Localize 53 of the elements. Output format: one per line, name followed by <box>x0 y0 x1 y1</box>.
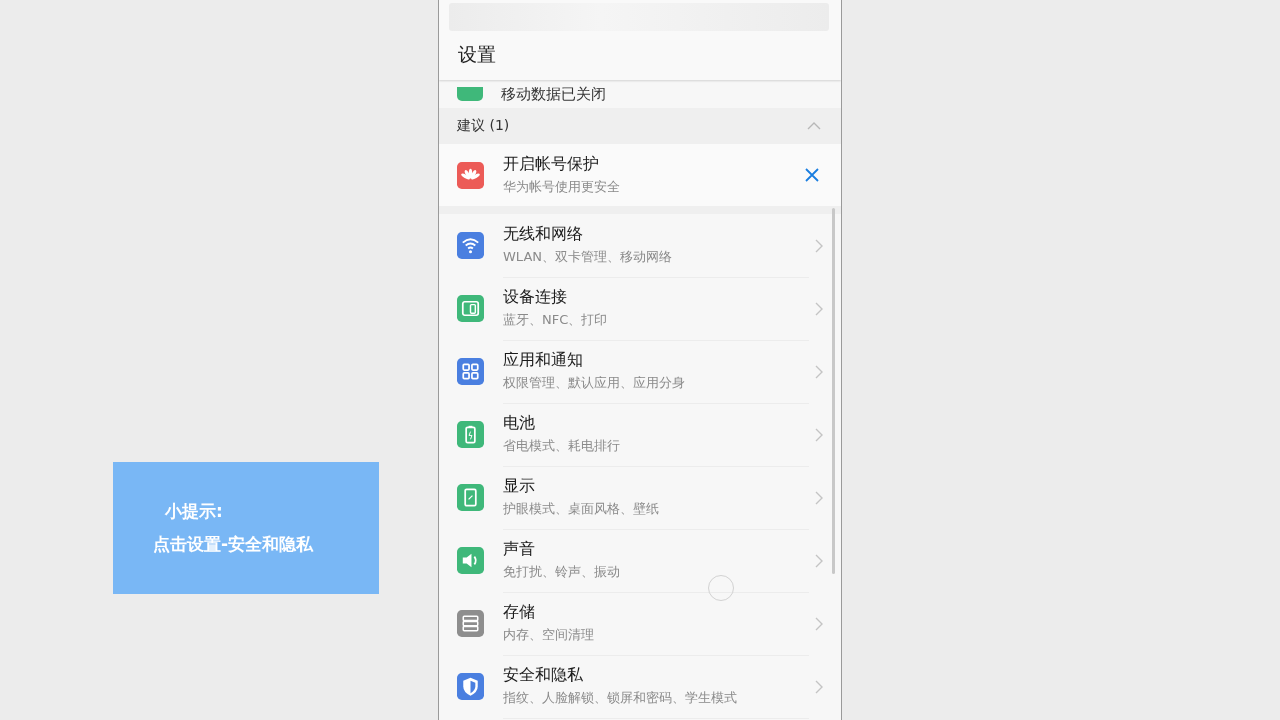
item-subtitle: 华为帐号使用更安全 <box>503 178 621 196</box>
list-item[interactable]: 移动数据已关闭 <box>439 80 841 108</box>
flower-logo-icon <box>457 161 484 189</box>
item-title: 开启帐号保护 <box>503 154 600 175</box>
close-icon[interactable] <box>805 168 819 182</box>
chevron-icon <box>815 490 823 505</box>
item-subtitle: 指纹、人脸解锁、锁屏和密码、学生模式 <box>503 689 738 707</box>
storage-icon <box>457 610 484 637</box>
settings-item[interactable]: 安全和隐私 指纹、人脸解锁、锁屏和密码、学生模式 <box>439 655 841 718</box>
chevron-icon <box>815 301 823 316</box>
chevron-icon <box>815 553 823 568</box>
item-subtitle: 省电模式、耗电排行 <box>503 437 621 455</box>
item-title: 显示 <box>503 476 536 497</box>
section-header[interactable]: 建议 (1) <box>439 108 841 144</box>
item-title: 无线和网络 <box>503 224 584 245</box>
chevron-icon <box>815 238 823 253</box>
item-title: 电池 <box>503 413 536 434</box>
grid-icon <box>457 358 484 385</box>
speaker-icon <box>457 547 484 574</box>
chevron-icon <box>815 679 823 694</box>
wifi-icon <box>457 232 484 259</box>
item-subtitle: 蓝牙、NFC、打印 <box>503 311 609 329</box>
item-subtitle: 权限管理、默认应用、应用分身 <box>503 374 686 392</box>
settings-item[interactable]: 存储 内存、空间清理 <box>439 592 841 655</box>
settings-item[interactable]: 电池 省电模式、耗电排行 <box>439 403 841 466</box>
battery-icon <box>457 421 484 448</box>
devices-icon <box>457 295 484 322</box>
scrollbar[interactable] <box>832 208 835 574</box>
mobile-data-icon <box>457 87 483 101</box>
tip-title: 小提示: <box>164 500 224 523</box>
page-title: 设置 <box>458 42 497 67</box>
item-title: 声音 <box>503 539 536 560</box>
collapse-icon[interactable] <box>807 122 821 130</box>
settings-item[interactable]: 声音 免打扰、铃声、振动 <box>439 529 841 592</box>
item-title: 安全和隐私 <box>503 665 584 686</box>
chevron-icon <box>815 427 823 442</box>
settings-item[interactable]: 显示 护眼模式、桌面风格、壁纸 <box>439 466 841 529</box>
settings-item[interactable]: 设备连接 蓝牙、NFC、打印 <box>439 277 841 340</box>
chevron-icon <box>815 616 823 631</box>
item-title: 应用和通知 <box>503 350 584 371</box>
phone-icon <box>457 484 484 511</box>
settings-item[interactable]: 应用和通知 权限管理、默认应用、应用分身 <box>439 340 841 403</box>
settings-item[interactable]: 无线和网络 WLAN、双卡管理、移动网络 <box>439 214 841 277</box>
item-subtitle: 内存、空间清理 <box>503 626 595 644</box>
item-title: 设备连接 <box>503 287 568 308</box>
item-title: 存储 <box>503 602 536 623</box>
item-subtitle: 护眼模式、桌面风格、壁纸 <box>503 500 660 518</box>
item-subtitle: 免打扰、铃声、振动 <box>503 563 621 581</box>
section-title: 建议 (1) <box>457 117 510 135</box>
tip-text: 点击设置-安全和隐私 <box>153 533 315 556</box>
chevron-icon <box>815 364 823 379</box>
shield-icon <box>457 673 484 700</box>
item-subtitle: WLAN、双卡管理、移动网络 <box>503 248 673 266</box>
